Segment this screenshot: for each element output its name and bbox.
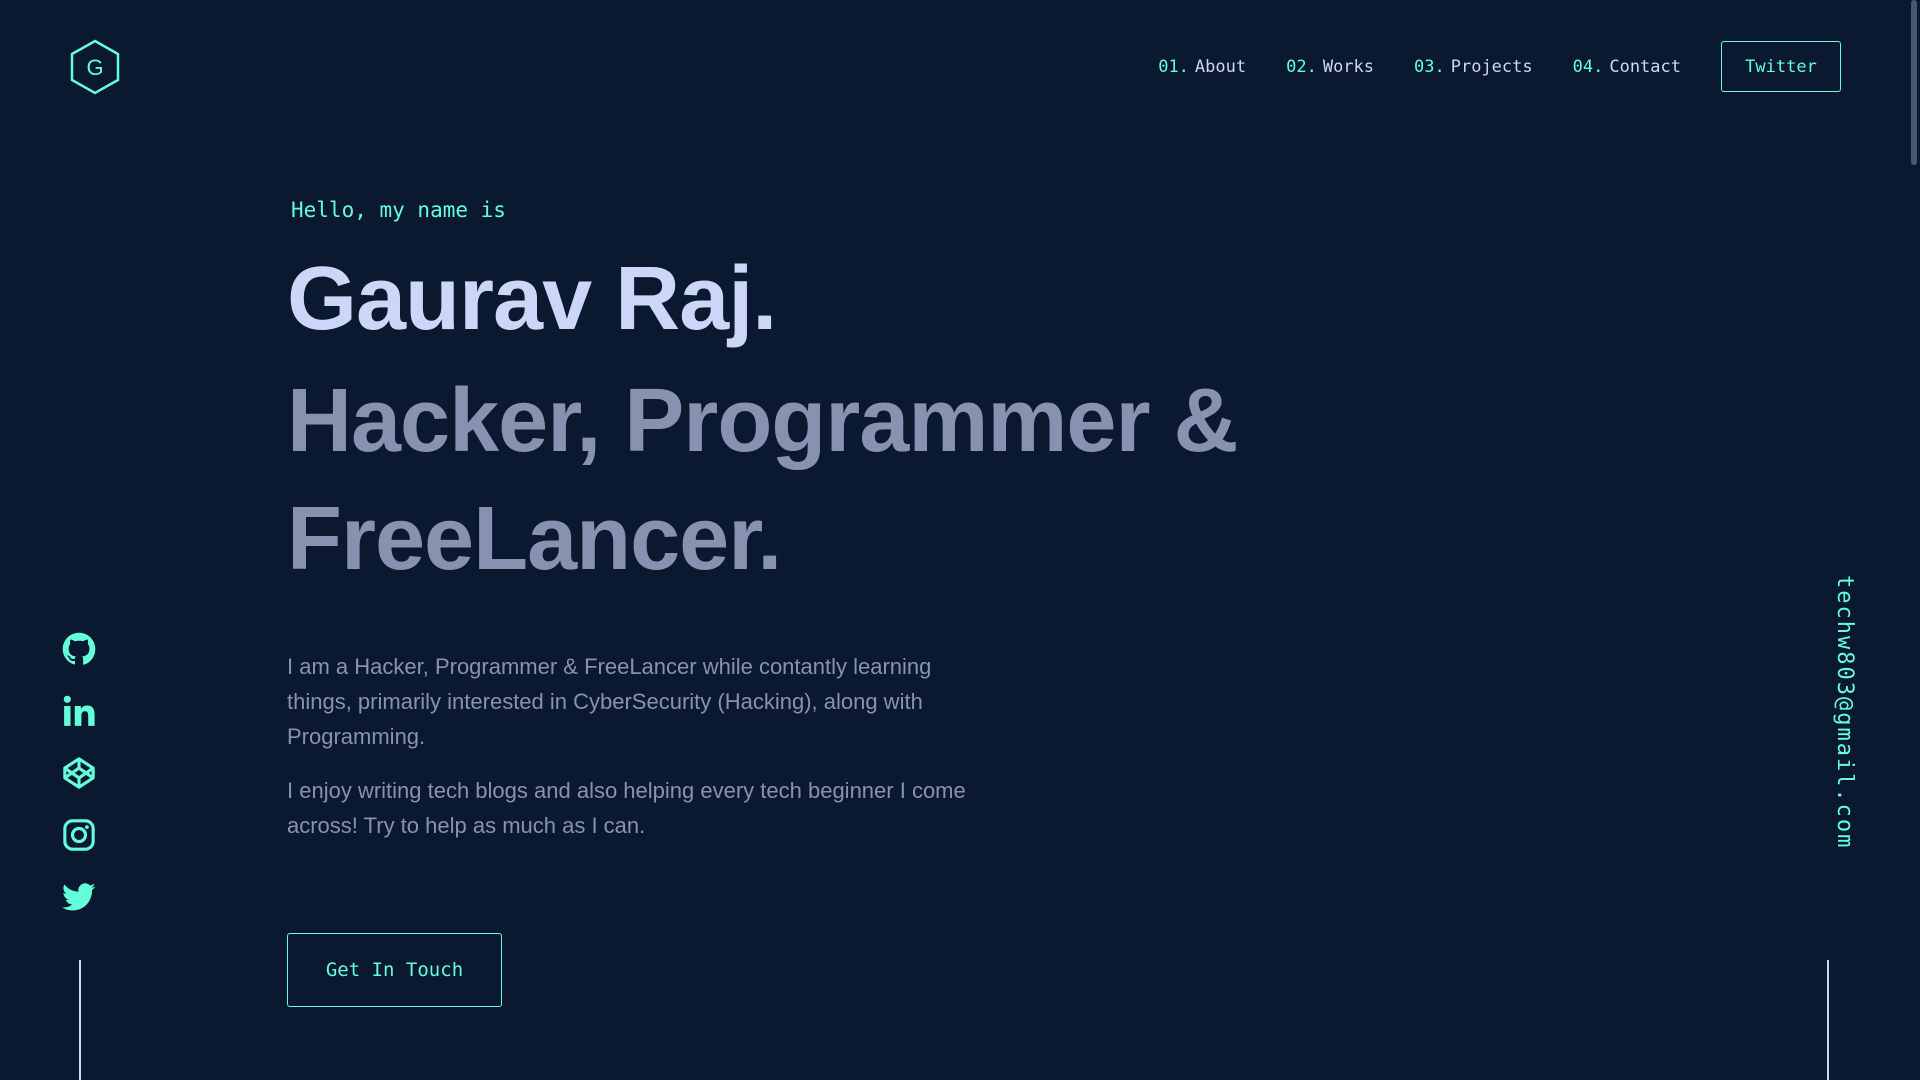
portfolio-page: G 01. About 02. Works 03. Projects 04. Conta… — [0, 0, 1920, 1080]
hexagon-logo-icon: G — [70, 39, 120, 95]
instagram-icon — [63, 819, 95, 851]
hero-name: Gaurav Raj. — [287, 249, 777, 349]
github-icon — [62, 632, 96, 665]
logo-letter: G — [86, 55, 103, 80]
nav-item-number: 03. — [1414, 56, 1445, 77]
greeting-text: Hello, my name is — [291, 198, 506, 222]
linkedin-link[interactable] — [62, 694, 96, 728]
nav-item-label: About — [1194, 56, 1247, 77]
main-nav: 01. About 02. Works 03. Projects 04. Contact… — [1158, 41, 1841, 92]
codepen-link[interactable] — [62, 756, 96, 790]
twitter-icon — [62, 883, 96, 911]
social-links — [62, 632, 96, 942]
nav-item-number: 02. — [1286, 56, 1317, 77]
twitter-link[interactable] — [62, 880, 96, 914]
nav-item-label: Projects — [1450, 56, 1533, 77]
scrollbar-thumb[interactable] — [1911, 0, 1917, 165]
scrollbar[interactable] — [1906, 0, 1920, 1080]
nav-item-number: 04. — [1572, 56, 1604, 77]
nav-item-projects[interactable]: 03. Projects — [1414, 57, 1533, 77]
nav-item-label: Works — [1322, 56, 1375, 77]
nav-item-contact[interactable]: 04. Contact — [1573, 57, 1681, 77]
twitter-button[interactable]: Twitter — [1721, 41, 1841, 92]
codepen-icon — [63, 757, 95, 789]
nav-item-label: Contact — [1609, 56, 1681, 77]
instagram-link[interactable] — [62, 818, 96, 852]
get-in-touch-button[interactable]: Get In Touch — [287, 933, 502, 1007]
hero-tagline: Hacker, Programmer & FreeLancer. — [287, 371, 1239, 589]
logo[interactable]: G — [68, 38, 122, 96]
right-vertical-line — [1827, 960, 1829, 1080]
nav-item-number: 01. — [1158, 56, 1189, 77]
email-link[interactable]: techw803@gmail.com — [1832, 575, 1857, 849]
linkedin-icon — [63, 695, 95, 726]
nav-item-about[interactable]: 01. About — [1158, 57, 1246, 77]
nav-item-works[interactable]: 02. Works — [1286, 57, 1374, 77]
left-vertical-line — [79, 960, 81, 1080]
hero-description: I am a Hacker, Programmer & FreeLancer w… — [287, 649, 967, 843]
github-link[interactable] — [62, 632, 96, 666]
description-paragraph: I am a Hacker, Programmer & FreeLancer w… — [287, 654, 932, 749]
description-paragraph: I enjoy writing tech blogs and also help… — [287, 778, 966, 838]
